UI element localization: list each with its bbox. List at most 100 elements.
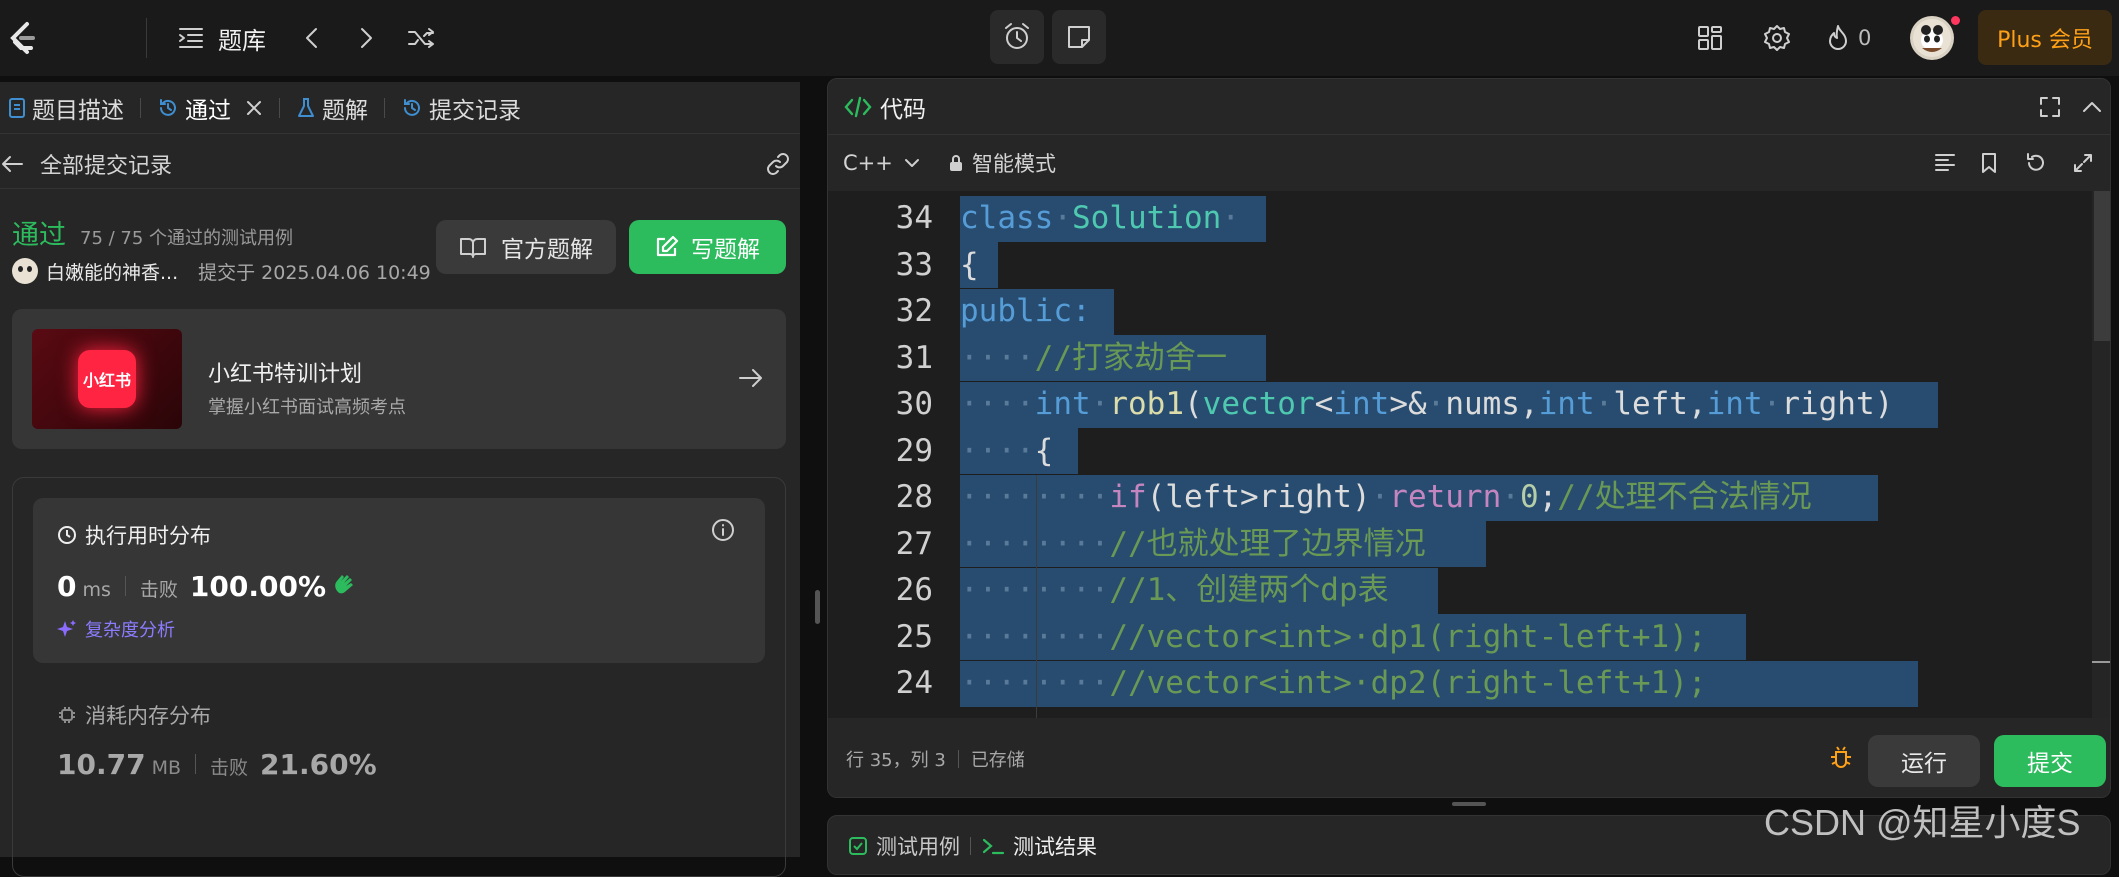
code-area[interactable]: 34 33 32 31 30 29 28 27 26 25 24 class·S… — [828, 191, 2110, 718]
left-panel: 题目描述 通过 题解 提交记录 全部提交记录 通过 75 / 75 个通过的测试… — [0, 82, 800, 877]
fullscreen-icon[interactable] — [2038, 95, 2062, 119]
settings-button[interactable] — [1759, 20, 1795, 56]
chevron-left-icon — [306, 28, 317, 48]
code-editor-panel: 代码 C++ 智能模式 34 33 32 31 30 29 28 27 26 2… — [827, 78, 2111, 798]
plus-label: Plus 会员 — [1997, 27, 2093, 53]
test-summary: 75 / 75 个通过的测试用例 — [80, 228, 294, 249]
language-select[interactable]: C++ — [843, 147, 921, 179]
code-line: ········//1、创建两个dp表 — [960, 572, 1389, 608]
arrow-left-icon — [2, 156, 23, 172]
line-number: 28 — [895, 479, 933, 515]
divider — [124, 576, 126, 596]
tab-accepted-label: 通过 — [185, 97, 231, 124]
alarm-clock-icon — [1005, 23, 1029, 49]
lock-icon — [950, 155, 962, 171]
smart-mode-toggle[interactable]: 智能模式 — [948, 147, 1056, 179]
tab-submissions-label: 提交记录 — [429, 97, 521, 124]
code-line: public: — [960, 293, 1091, 329]
prev-problem-button[interactable] — [296, 22, 328, 54]
code-line: ········//也就处理了边界情况 — [960, 526, 1426, 562]
editor-header: 代码 — [828, 79, 2110, 135]
avatar[interactable] — [1910, 16, 1960, 60]
run-label: 运行 — [1901, 751, 1947, 777]
memory-beats-label: 击败 — [210, 757, 249, 779]
memory-section[interactable]: 消耗内存分布 10.77 MB 击败 21.60% — [33, 678, 765, 838]
edit-icon — [656, 235, 679, 257]
divider — [146, 18, 147, 58]
debug-icon[interactable] — [1828, 744, 1854, 770]
notes-button[interactable] — [1052, 10, 1106, 64]
promo-logo-text: 小红书 — [82, 371, 131, 390]
promo-logo: 小红书 — [32, 329, 182, 429]
stats-card: 执行用时分布 0 ms 击败 100.00% 复杂度分析 消耗内存分布 10.7… — [12, 477, 786, 877]
flame-icon — [1829, 25, 1847, 50]
vertical-splitter[interactable] — [815, 590, 820, 624]
tab-accepted[interactable]: 通过 — [149, 91, 271, 125]
layout-button[interactable] — [1692, 20, 1728, 56]
official-solution-label: 官方题解 — [501, 237, 593, 263]
watermark: CSDN @知星小度S — [1764, 802, 2081, 843]
tab-solutions-label: 题解 — [322, 97, 368, 124]
tab-description-label: 题目描述 — [32, 97, 124, 124]
run-button[interactable]: 运行 — [1868, 735, 1980, 787]
runtime-card[interactable]: 执行用时分布 0 ms 击败 100.00% 复杂度分析 — [33, 498, 765, 663]
tab-divider — [140, 97, 141, 118]
chevron-down-icon — [904, 159, 919, 167]
submission-status: 通过 75 / 75 个通过的测试用例 — [12, 213, 293, 252]
user-avatar[interactable] — [12, 258, 38, 284]
link-icon — [767, 153, 789, 175]
top-bar: 题库 0 Plus 会员 — [0, 0, 2119, 76]
vertical-scrollbar[interactable] — [2092, 191, 2110, 718]
left-tab-bar: 题目描述 通过 题解 提交记录 — [0, 82, 800, 134]
runtime-beats-label: 击败 — [139, 579, 178, 601]
random-problem-button[interactable] — [404, 22, 438, 54]
code-line: ····//打家劫舍一 — [960, 340, 1227, 376]
horizontal-splitter[interactable] — [1452, 802, 1486, 806]
code-line: { — [960, 247, 979, 283]
divider — [0, 188, 800, 189]
next-problem-button[interactable] — [350, 22, 382, 54]
flask-icon — [298, 97, 314, 117]
write-solution-button[interactable]: 写题解 — [629, 220, 786, 274]
code-line: ····{ — [960, 433, 1054, 469]
complexity-analysis-label: 复杂度分析 — [85, 620, 175, 641]
username[interactable]: 白嫩能的神香... — [46, 258, 178, 285]
tab-submissions[interactable]: 提交记录 — [393, 91, 529, 125]
close-icon[interactable] — [245, 99, 263, 117]
problem-list-button[interactable]: 题库 — [178, 20, 266, 56]
history-icon — [160, 98, 176, 116]
plus-membership-button[interactable]: Plus 会员 — [1978, 10, 2112, 65]
submit-button[interactable]: 提交 — [1994, 735, 2106, 787]
promo-card[interactable]: 小红书 小红书特训计划 掌握小红书面试高频考点 — [12, 309, 786, 449]
official-solution-button[interactable]: 官方题解 — [436, 220, 616, 274]
runtime-beats-value: 100.00% — [189, 570, 327, 603]
code-line: ········//vector<int>·dp2(right-left+1); — [960, 665, 1707, 701]
streak-indicator[interactable]: 0 — [1826, 20, 1871, 56]
tab-solutions[interactable]: 题解 — [288, 91, 376, 125]
tab-description[interactable]: 题目描述 — [0, 91, 132, 125]
problem-bank-label: 题库 — [218, 26, 266, 55]
bookmark-icon[interactable] — [1978, 151, 2000, 175]
timer-button[interactable] — [990, 10, 1044, 64]
back-to-submissions[interactable]: 全部提交记录 — [0, 144, 172, 184]
memory-unit: MB — [151, 757, 182, 779]
complexity-analysis-link[interactable]: 复杂度分析 — [57, 616, 175, 642]
write-solution-label: 写题解 — [691, 237, 760, 263]
submit-label: 提交 — [2027, 751, 2073, 777]
copy-link-button[interactable] — [762, 148, 794, 180]
runtime-unit: ms — [82, 579, 111, 601]
shuffle-icon — [408, 28, 434, 48]
layout-grid-icon — [1698, 26, 1722, 50]
memory-title: 消耗内存分布 — [85, 704, 211, 728]
line-number: 24 — [895, 665, 933, 701]
info-icon[interactable] — [711, 518, 735, 542]
runtime-value: 0 — [57, 570, 77, 603]
leetcode-logo-icon[interactable] — [6, 18, 38, 58]
format-icon[interactable] — [1933, 151, 1957, 175]
book-icon — [460, 238, 486, 258]
editor-title: 代码 — [880, 97, 926, 123]
expand-icon[interactable] — [2072, 152, 2094, 174]
collapse-icon[interactable] — [2080, 95, 2104, 119]
reset-icon[interactable] — [2024, 151, 2048, 175]
submitted-time: 提交于 2025.04.06 10:49 — [198, 261, 431, 284]
